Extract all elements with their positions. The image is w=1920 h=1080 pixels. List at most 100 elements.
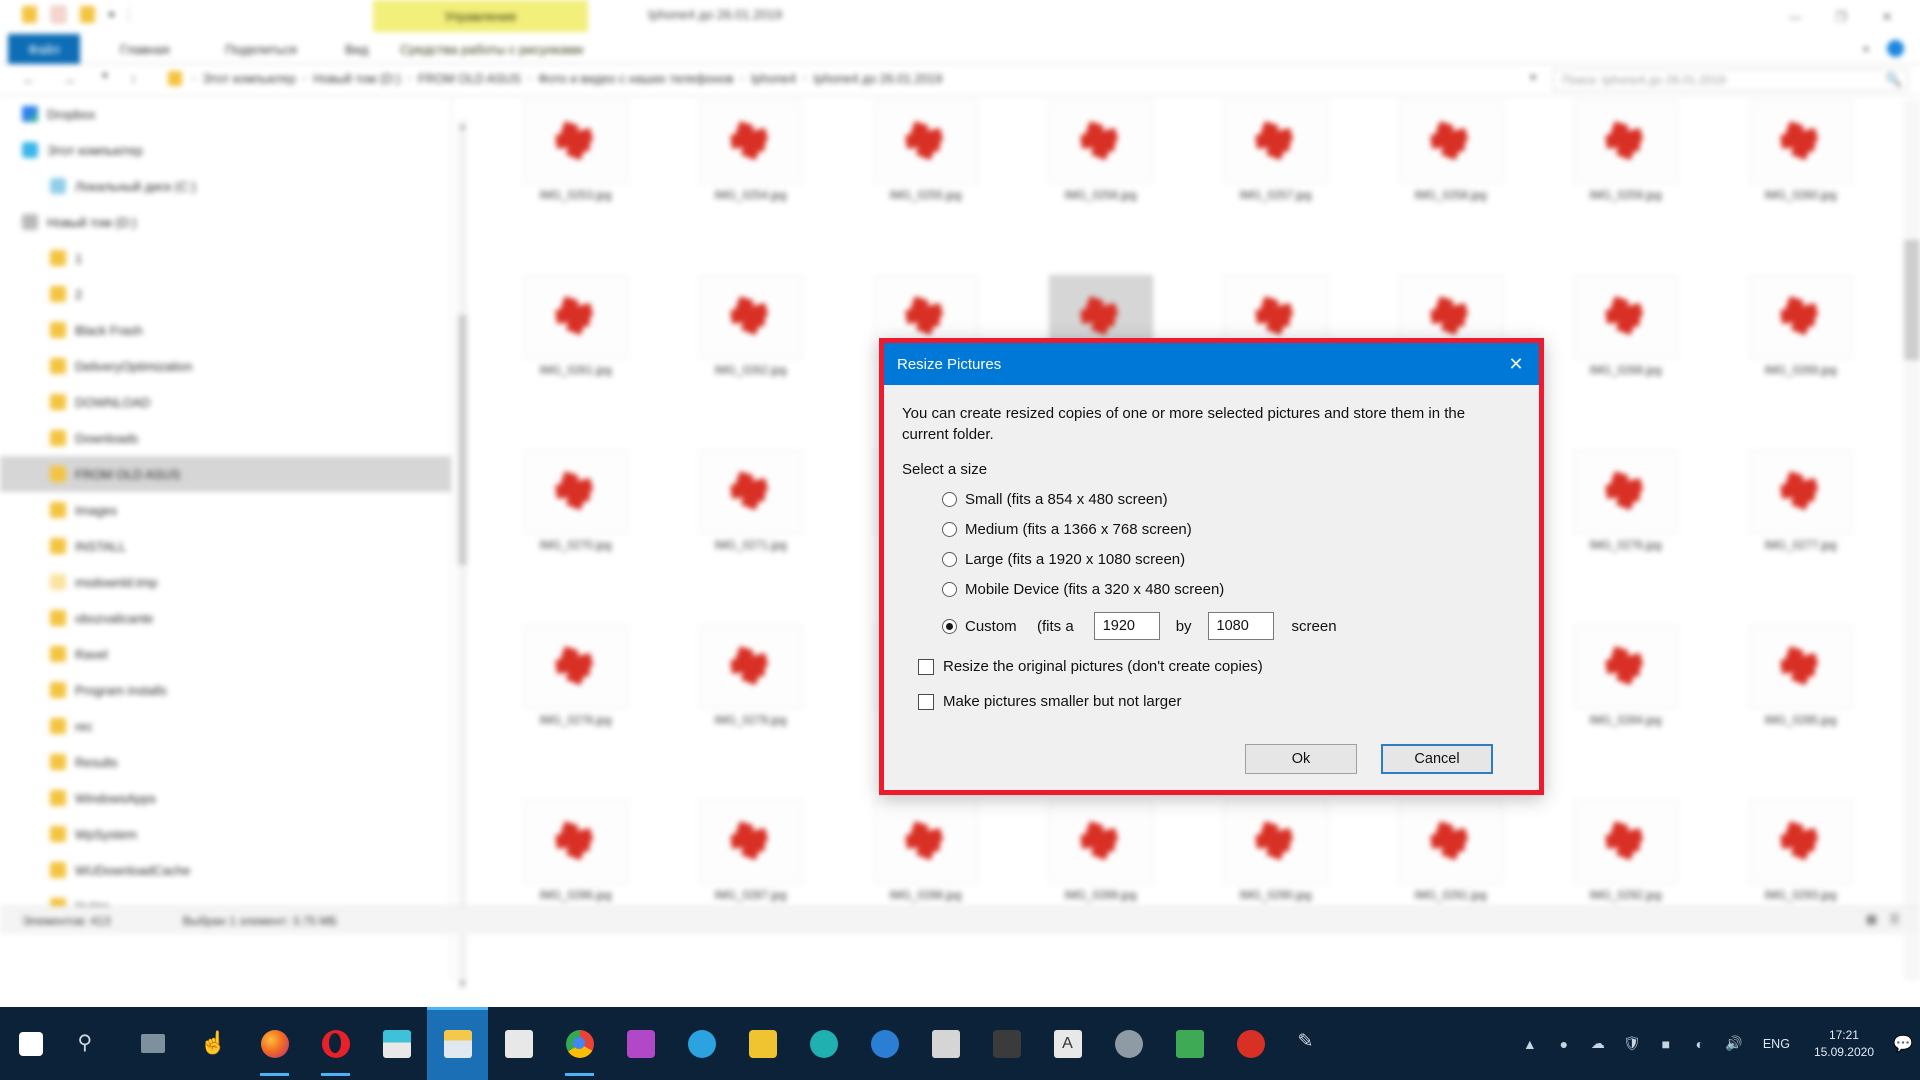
tab-view[interactable]: Вид [345, 34, 369, 64]
file-tile[interactable]: IMG_0262.jpg [663, 275, 838, 395]
sidebar-item-6[interactable]: Black Frash [0, 312, 451, 348]
volume-icon[interactable]: 🔊 [1717, 1007, 1751, 1080]
radio-option-custom[interactable]: Custom (fits a 1920 by 1080 screen [902, 612, 1521, 640]
network-icon[interactable]: ◐ [1683, 1007, 1717, 1080]
new-folder-icon[interactable] [80, 6, 95, 23]
file-tile[interactable]: IMG_0257.jpg [1188, 100, 1363, 220]
breadcrumb-item-4[interactable]: Iphone4 [751, 72, 796, 86]
properties-icon[interactable] [51, 6, 66, 23]
language-indicator[interactable]: ENG [1751, 1037, 1802, 1051]
sidebar-item-12[interactable]: INSTALL [0, 528, 451, 564]
cancel-button[interactable]: Cancel [1381, 744, 1493, 774]
minimize-button[interactable]: — [1772, 4, 1818, 30]
up-arrow-icon[interactable]: ↑ [130, 71, 137, 87]
task-view-button[interactable] [122, 1007, 183, 1080]
sidebar-item-20[interactable]: WpSystem [0, 816, 451, 852]
opera-button[interactable] [305, 1007, 366, 1080]
sidebar-item-14[interactable]: obozvalicante [0, 600, 451, 636]
settings-button[interactable] [1098, 1007, 1159, 1080]
tiles-view-icon[interactable]: ▦ [1866, 912, 1877, 926]
view-mode-buttons[interactable]: ▦ ☰ [1866, 912, 1900, 926]
file-tile[interactable]: IMG_0292.jpg [1538, 800, 1713, 920]
recorder-button[interactable] [1220, 1007, 1281, 1080]
file-tile[interactable]: IMG_0278.jpg [488, 625, 663, 745]
resize-pictures-dialog[interactable]: Resize Pictures ✕ You can create resized… [879, 338, 1544, 795]
window-controls[interactable]: — ❐ ✕ [1772, 4, 1910, 30]
sidebar-item-2[interactable]: Локальный диск (C:) [0, 168, 451, 204]
clock[interactable]: 17:21 15.09.2020 [1802, 1027, 1886, 1061]
help-icon[interactable] [1887, 40, 1904, 57]
file-tile[interactable]: IMG_0290.jpg [1188, 800, 1363, 920]
sidebar-item-10[interactable]: FROM OLD ASUS [0, 456, 451, 492]
file-tile[interactable]: IMG_0285.jpg [1713, 625, 1888, 745]
custom-height-input[interactable]: 1080 [1207, 612, 1274, 640]
file-tile[interactable]: IMG_0286.jpg [488, 800, 663, 920]
close-icon[interactable]: ✕ [1493, 343, 1539, 385]
compass-button[interactable] [793, 1007, 854, 1080]
scroll-up-icon[interactable]: ▲ [458, 122, 467, 131]
shield-icon[interactable]: ● [1547, 1007, 1581, 1080]
scroll-down-icon[interactable]: ▼ [458, 979, 467, 988]
shield2-icon[interactable]: 🛡 [1615, 1007, 1649, 1080]
breadcrumb-item-5[interactable]: Iphone4 до 26.01.2019 [813, 72, 942, 86]
radio-option-large[interactable]: Large (fits a 1920 x 1080 screen) [902, 551, 1521, 568]
file-tile[interactable]: IMG_0268.jpg [1538, 275, 1713, 395]
sidebar-item-7[interactable]: DeliveryOptimization [0, 348, 451, 384]
sidebar-item-18[interactable]: Results [0, 744, 451, 780]
breadcrumb-item-0[interactable]: Этот компьютер [202, 72, 295, 86]
store-button[interactable] [488, 1007, 549, 1080]
file-tile[interactable]: IMG_0255.jpg [838, 100, 1013, 220]
radio-medium-icon[interactable] [942, 522, 957, 537]
tab-home[interactable]: Главная [120, 34, 169, 64]
breadcrumb-item-1[interactable]: Новый том (D:) [313, 72, 401, 86]
file-tile[interactable]: IMG_0288.jpg [838, 800, 1013, 920]
sidebar-item-1[interactable]: Этот компьютер [0, 132, 451, 168]
sidebar-item-16[interactable]: Program installs [0, 672, 451, 708]
file-tile[interactable]: IMG_0289.jpg [1013, 800, 1188, 920]
radio-option-medium[interactable]: Medium (fits a 1366 x 768 screen) [902, 521, 1521, 538]
ribbon-right-controls[interactable]: ▲ [1861, 40, 1904, 57]
ok-button[interactable]: Ok [1245, 744, 1357, 774]
chevron-down-icon[interactable]: ▼ [100, 71, 110, 82]
tab-share[interactable]: Поделиться [225, 34, 297, 64]
close-button[interactable]: ✕ [1864, 4, 1910, 30]
search-button[interactable]: ⚲ [61, 1007, 122, 1080]
custom-width-input[interactable]: 1920 [1093, 612, 1160, 640]
file-tile[interactable]: IMG_0260.jpg [1713, 100, 1888, 220]
fonts-button[interactable]: A [1037, 1007, 1098, 1080]
telegram-button[interactable] [671, 1007, 732, 1080]
sidebar-item-3[interactable]: Новый том (D:) [0, 204, 451, 240]
sidebar-item-5[interactable]: 2 [0, 276, 451, 312]
sidebar-item-13[interactable]: msdownld.tmp [0, 564, 451, 600]
checkbox-smaller-only[interactable]: Make pictures smaller but not larger [902, 693, 1521, 710]
back-arrow-icon[interactable]: ← [22, 71, 36, 87]
battery-icon[interactable]: ■ [1649, 1007, 1683, 1080]
search-input[interactable]: Поиск: Iphone4 до 26.01.2019 [1553, 69, 1908, 91]
file-tile[interactable]: IMG_0269.jpg [1713, 275, 1888, 395]
skype-button[interactable] [854, 1007, 915, 1080]
file-tile[interactable]: IMG_0254.jpg [663, 100, 838, 220]
breadcrumb[interactable]: › Этот компьютер › Новый том (D:) › FROM… [168, 71, 942, 86]
start-button[interactable] [0, 1007, 61, 1080]
radio-option-small[interactable]: Small (fits a 854 x 480 screen) [902, 491, 1521, 508]
excel-button[interactable] [1159, 1007, 1220, 1080]
tab-file[interactable]: Файл [8, 34, 80, 64]
file-tile[interactable]: IMG_0253.jpg [488, 100, 663, 220]
breadcrumb-item-2[interactable]: FROM OLD ASUS [418, 72, 521, 86]
details-view-icon[interactable]: ☰ [1889, 912, 1900, 926]
sidebar-scroll-thumb[interactable] [458, 315, 467, 565]
terminal-button[interactable] [976, 1007, 1037, 1080]
search-icon[interactable]: 🔍 [1886, 72, 1902, 88]
radio-small-icon[interactable] [942, 492, 957, 507]
chevron-up-icon[interactable]: ▲ [1513, 1007, 1547, 1080]
forward-arrow-icon[interactable]: → [62, 71, 76, 87]
sidebar-item-19[interactable]: WindowsApps [0, 780, 451, 816]
reader-button[interactable] [915, 1007, 976, 1080]
chrome-button[interactable] [549, 1007, 610, 1080]
radio-option-mobile[interactable]: Mobile Device (fits a 320 x 480 screen) [902, 581, 1521, 598]
system-tray[interactable]: ▲ ● ☁ 🛡 ■ ◐ 🔊 ENG 17:21 15.09.2020 💬 [1513, 1007, 1920, 1080]
checkbox-resize-originals-icon[interactable] [918, 658, 934, 675]
file-tile[interactable]: IMG_0256.jpg [1013, 100, 1188, 220]
file-tile[interactable]: IMG_0270.jpg [488, 450, 663, 570]
sidebar-item-15[interactable]: Ravel [0, 636, 451, 672]
